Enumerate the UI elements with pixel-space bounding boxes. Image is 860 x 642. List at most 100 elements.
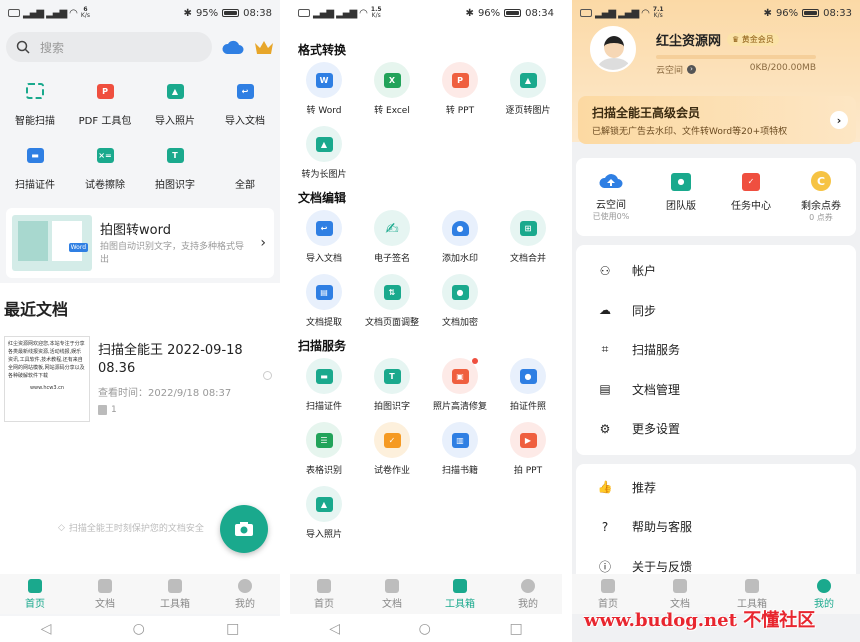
tool-import-photo[interactable]: ▲ 导入照片: [140, 74, 210, 138]
nav-toolbox[interactable]: 工具箱: [430, 578, 490, 610]
tool-e-signature[interactable]: ✍ 电子签名: [358, 210, 426, 268]
search-bar[interactable]: 搜索: [6, 32, 212, 62]
back-icon[interactable]: ◁: [329, 621, 340, 637]
extract-icon: ▤: [315, 284, 333, 300]
bottom-nav: 首页 文档 工具箱 我的: [290, 574, 562, 614]
task-check-icon: ✓: [742, 172, 760, 191]
toolbox-icon: [745, 578, 759, 593]
signal-icon: ▂▄▆: [313, 7, 334, 19]
nav-me[interactable]: 我的: [215, 578, 275, 610]
tool-label: 拍图识字: [155, 180, 195, 191]
camera-button[interactable]: [220, 505, 268, 553]
chevron-right-icon[interactable]: ›: [830, 111, 848, 129]
net-speed: 1.5 K/s: [370, 6, 382, 19]
menu-doc-manage[interactable]: ▤ 文档管理: [576, 370, 856, 410]
menu-settings[interactable]: ⚙ 更多设置: [576, 409, 856, 449]
menu-scan-service[interactable]: ⌗ 扫描服务: [576, 330, 856, 370]
nav-toolbox[interactable]: 工具箱: [145, 578, 205, 610]
tool-import-doc[interactable]: ↩ 导入文档: [210, 74, 280, 138]
section-title-edit: 文档编辑: [298, 190, 347, 205]
tool-label: 智能扫描: [15, 116, 55, 127]
recent-title: 最近文档: [4, 300, 69, 319]
nav-home[interactable]: 首页: [5, 578, 65, 610]
tool-smart-scan[interactable]: 智能扫描: [0, 74, 70, 138]
recents-icon[interactable]: □: [226, 621, 239, 637]
nav-home[interactable]: 首页: [294, 578, 354, 610]
edit-grid: ↩ 导入文档 ✍ 电子签名 ● 添加水印 ⊞ 文档合并 ▤ 文档提取 ⇅ 文档页面调整 ● 文…: [290, 210, 562, 332]
tool-encrypt[interactable]: ● 文档加密: [426, 274, 494, 332]
toolbox-icon: [453, 578, 467, 593]
doc-item[interactable]: 红尘资源网欢迎您,本站专注于分享各类最新线报资源,活动线报,娱乐资讯,工具软件,…: [0, 336, 280, 422]
net-speed: 7.1 K/s: [652, 6, 664, 19]
nav-docs[interactable]: 文档: [75, 578, 135, 610]
menu-help[interactable]: ? 帮助与客服: [576, 507, 856, 547]
id-photo-icon: ●: [519, 368, 537, 384]
wifi-icon: ◠: [69, 7, 78, 19]
tool-import-doc[interactable]: ↩ 导入文档: [290, 210, 358, 268]
tool-table-ocr[interactable]: ☰ 表格识别: [290, 422, 358, 480]
nav-docs[interactable]: 文档: [362, 578, 422, 610]
tool-long-image[interactable]: ▲ 转为长图片: [290, 126, 358, 184]
quick-tasks[interactable]: ✓ 任务中心: [716, 172, 786, 222]
tool-erase-exam[interactable]: ×= 试卷擦除: [70, 138, 140, 202]
quick-points[interactable]: C 剩余点券 0 点券: [786, 171, 856, 223]
menu-recommend[interactable]: 👍 推荐: [576, 468, 856, 508]
bottom-nav: 首页 文档 工具箱 我的: [0, 574, 280, 614]
select-radio[interactable]: [263, 371, 272, 380]
tool-ocr[interactable]: T 拍图识字: [358, 358, 426, 416]
promo-card[interactable]: Word 拍图转word 拍图自动识别文字，支持多种格式导出 ›: [6, 208, 274, 278]
back-icon[interactable]: ◁: [41, 621, 52, 637]
home-circle-icon[interactable]: ○: [133, 621, 145, 637]
tool-shoot-ppt[interactable]: ▶ 拍 PPT: [494, 422, 562, 480]
long-image-icon: ▲: [315, 136, 333, 152]
recents-icon[interactable]: □: [509, 621, 522, 637]
tool-to-ppt[interactable]: P转 PPT: [426, 62, 494, 120]
bluetooth-icon: ✱: [465, 7, 474, 19]
tool-to-word[interactable]: W转 Word: [290, 62, 358, 120]
quick-cloud[interactable]: 云空间 已使用0%: [576, 172, 646, 222]
tool-import-photo[interactable]: ▲ 导入照片: [290, 486, 358, 544]
nav-me[interactable]: 我的: [794, 578, 854, 610]
id-card-icon: ▬: [26, 147, 44, 163]
recent-section: 最近文档 红尘资源网欢迎您,本站专注于分享各类最新线报资源,活动线报,娱乐资讯,…: [0, 283, 280, 574]
nav-me[interactable]: 我的: [498, 578, 558, 610]
tool-merge-doc[interactable]: ⊞ 文档合并: [494, 210, 562, 268]
bluetooth-icon: ✱: [763, 7, 772, 19]
user-info[interactable]: 红尘资源网 ♛ 黄金会员 云空间 › 0KB/200.00MB: [572, 26, 860, 84]
avatar[interactable]: [590, 26, 636, 72]
tool-scan-id[interactable]: ▬ 扫描证件: [290, 358, 358, 416]
tool-scan-id[interactable]: ▬ 扫描证件: [0, 138, 70, 202]
signal-icon: ▂▄▆: [23, 7, 44, 19]
text-recognition-icon: T: [383, 368, 401, 384]
clock: 08:33: [823, 7, 852, 19]
tool-id-photo[interactable]: ● 拍证件照: [494, 358, 562, 416]
nav-docs[interactable]: 文档: [650, 578, 710, 610]
nav-home[interactable]: 首页: [578, 578, 638, 610]
vip-card[interactable]: 扫描全能王高级会员 已解锁无广告去水印、文件转Word等20+项特权 ›: [578, 96, 856, 144]
menu-account[interactable]: ⚇ 帐户: [576, 251, 856, 291]
user-icon: [238, 578, 252, 593]
tool-all[interactable]: 全部: [210, 138, 280, 202]
crown-icon[interactable]: [254, 39, 274, 55]
tool-photo-restore[interactable]: ▣ 照片高清修复: [426, 358, 494, 416]
nav-toolbox[interactable]: 工具箱: [722, 578, 782, 610]
import-doc-icon: ↩: [315, 220, 333, 236]
promo-title: 拍图转word: [100, 223, 171, 238]
tool-to-excel[interactable]: X转 Excel: [358, 62, 426, 120]
sim-icon: [580, 9, 592, 17]
tool-page-adjust[interactable]: ⇅ 文档页面调整: [358, 274, 426, 332]
menu-sync[interactable]: ☁ 同步: [576, 291, 856, 331]
tool-scan-book[interactable]: ▥ 扫描书籍: [426, 422, 494, 480]
tool-extract-doc[interactable]: ▤ 文档提取: [290, 274, 358, 332]
tool-exam[interactable]: ✓ 试卷作业: [358, 422, 426, 480]
import-doc-icon: ↩: [236, 83, 254, 99]
quick-team[interactable]: ● 团队版: [646, 172, 716, 222]
home-circle-icon[interactable]: ○: [419, 621, 431, 637]
tool-page-to-image[interactable]: ▲ 逐页转图片: [494, 62, 562, 120]
arrow-circle-icon[interactable]: ›: [687, 65, 697, 74]
tool-ocr[interactable]: T 拍图识字: [140, 138, 210, 202]
gear-icon: ⚙: [599, 421, 611, 436]
cloud-icon[interactable]: [222, 39, 244, 55]
tool-pdf-kit[interactable]: P PDF 工具包: [70, 74, 140, 138]
tool-watermark[interactable]: ● 添加水印: [426, 210, 494, 268]
